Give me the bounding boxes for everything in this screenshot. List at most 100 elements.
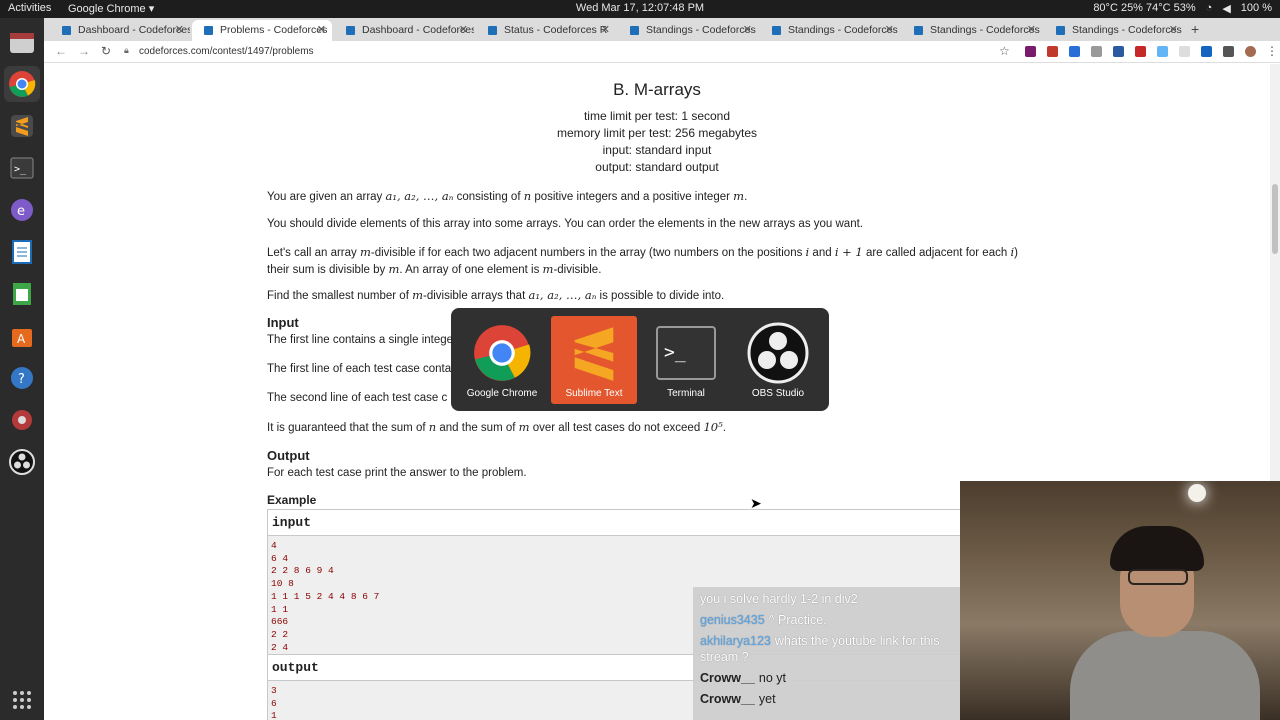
- sample-line: 4: [271, 540, 277, 551]
- tab-standings-3[interactable]: Standings - Codeforces ✕: [902, 20, 1042, 41]
- switcher-item-terminal[interactable]: >_ Terminal: [643, 316, 729, 404]
- codeforces-favicon-icon: [346, 26, 355, 35]
- close-tab-icon[interactable]: ✕: [885, 23, 894, 36]
- chat-text: yet: [758, 692, 776, 706]
- memory-limit: memory limit per test: 256 megabytes: [556, 126, 758, 140]
- chat-message: genius3435 ^ Practice.: [700, 612, 953, 628]
- tab-label: Standings - Codeforces: [788, 24, 898, 36]
- svg-text:>_: >_: [664, 342, 686, 363]
- chat-message: Croww__ no yt: [700, 670, 953, 686]
- tab-label: Dashboard - Codeforces: [78, 24, 190, 36]
- sample-line: 6 4: [271, 552, 289, 564]
- chrome-icon[interactable]: [4, 66, 40, 102]
- chat-message: Croww__ yet: [700, 691, 953, 707]
- lock-icon[interactable]: 🔒︎: [124, 45, 129, 56]
- streamer-hair: [1110, 526, 1204, 571]
- switcher-label: Google Chrome: [466, 388, 538, 399]
- close-tab-icon[interactable]: ✕: [1027, 23, 1036, 36]
- svg-text:>_: >_: [14, 164, 27, 175]
- close-tab-icon[interactable]: ✕: [459, 23, 468, 36]
- chat-text: you i solve hardly 1-2 in div2: [700, 592, 858, 606]
- chat-message: akhilarya123 whats the youtube link for t…: [700, 633, 953, 665]
- extension-icon[interactable]: [1201, 46, 1212, 57]
- close-tab-icon[interactable]: ✕: [743, 23, 752, 36]
- app-switcher: Google Chrome Sublime Text >_ Terminal O…: [451, 308, 829, 411]
- chrome-icon: [471, 322, 533, 384]
- status-area[interactable]: 80°C 25% 74°C 53% ◔ ◀ 100 %: [1093, 2, 1272, 15]
- extension-icon[interactable]: [1135, 46, 1146, 57]
- close-tab-icon[interactable]: ✕: [1169, 23, 1178, 36]
- scrollbar-thumb[interactable]: [1272, 184, 1278, 254]
- codeforces-favicon-icon: [772, 26, 781, 35]
- statement-paragraph-2: You should divide elements of this array…: [267, 218, 863, 230]
- battery-indicator: 100 %: [1240, 2, 1272, 14]
- settings-icon[interactable]: [4, 402, 40, 438]
- activities-button[interactable]: Activities: [8, 2, 51, 14]
- address-bar[interactable]: codeforces.com/contest/1497/problems: [139, 46, 314, 57]
- tab-strip: Dashboard - Codeforces ✕ Problems - Code…: [44, 18, 1280, 41]
- back-icon[interactable]: ←: [55, 44, 67, 58]
- extension-icon[interactable]: [1157, 46, 1168, 57]
- mouse-cursor-icon: ➤: [750, 495, 762, 511]
- example-heading: Example: [267, 493, 317, 507]
- app-grid-icon[interactable]: [4, 682, 40, 718]
- switcher-label: OBS Studio: [751, 388, 805, 399]
- forward-icon[interactable]: →: [78, 44, 90, 58]
- tab-label: Problems - Codeforces: [220, 24, 328, 36]
- extension-icon[interactable]: [1113, 46, 1124, 57]
- switcher-label: Sublime Text: [565, 388, 623, 399]
- tab-dashboard-1[interactable]: Dashboard - Codeforces ✕: [50, 20, 190, 41]
- codeforces-favicon-icon: [488, 26, 497, 35]
- svg-text:?: ?: [18, 372, 25, 387]
- time-limit: time limit per test: 1 second: [583, 109, 731, 123]
- close-tab-icon[interactable]: ✕: [601, 23, 610, 36]
- extension-icon[interactable]: [1047, 46, 1058, 57]
- extension-icon[interactable]: [1091, 46, 1102, 57]
- tab-status[interactable]: Status - Codeforces R ✕: [476, 20, 616, 41]
- switcher-item-sublime[interactable]: Sublime Text: [551, 316, 637, 404]
- profile-avatar[interactable]: [1245, 46, 1256, 57]
- tab-problems[interactable]: Problems - Codeforces ✕: [192, 20, 332, 41]
- emacs-icon[interactable]: e: [4, 192, 40, 228]
- tab-standings-4[interactable]: Standings - Codeforces ✕: [1044, 20, 1184, 41]
- terminal-icon[interactable]: >_: [4, 150, 40, 186]
- help-icon[interactable]: ?: [4, 360, 40, 396]
- input-constraint: It is guaranteed that the sum of n and t…: [267, 420, 726, 434]
- input-heading: Input: [267, 315, 299, 330]
- extensions-puzzle-icon[interactable]: [1223, 46, 1234, 57]
- streamer-glasses: [1128, 569, 1188, 585]
- obs-icon[interactable]: [4, 444, 40, 480]
- extension-icon[interactable]: [1179, 46, 1190, 57]
- calc-icon[interactable]: [4, 276, 40, 312]
- chat-message: you i solve hardly 1-2 in div2: [700, 591, 953, 607]
- tab-dashboard-2[interactable]: Dashboard - Codeforces ✕: [334, 20, 474, 41]
- close-tab-icon[interactable]: ✕: [175, 23, 184, 36]
- output-line-1: For each test case print the answer to t…: [267, 467, 527, 479]
- extension-icon[interactable]: [1069, 46, 1080, 57]
- close-tab-icon[interactable]: ✕: [317, 23, 326, 36]
- obs-icon: [747, 322, 809, 384]
- software-icon[interactable]: A: [4, 318, 40, 354]
- output-heading: Output: [267, 448, 310, 463]
- files-icon[interactable]: [4, 24, 40, 60]
- reload-icon[interactable]: ↻: [101, 44, 111, 58]
- browser-toolbar: ← → ↻ 🔒︎ codeforces.com/contest/1497/pro…: [44, 41, 1280, 63]
- switcher-item-obs[interactable]: OBS Studio: [735, 316, 821, 404]
- app-menu[interactable]: Google Chrome ▾: [68, 2, 154, 15]
- tab-standings-2[interactable]: Standings - Codeforces ✕: [760, 20, 900, 41]
- codeforces-favicon-icon: [1056, 26, 1065, 35]
- writer-icon[interactable]: [4, 234, 40, 270]
- codeforces-favicon-icon: [630, 26, 639, 35]
- menu-kebab-icon[interactable]: ⋮: [1266, 44, 1278, 58]
- tab-standings-1[interactable]: Standings - Codeforces ✕: [618, 20, 758, 41]
- statement-paragraph-4: Find the smallest number of m-divisible …: [267, 288, 725, 302]
- new-tab-icon[interactable]: +: [1191, 21, 1199, 37]
- output-spec: output: standard output: [595, 160, 719, 174]
- bookmark-star-icon[interactable]: ☆: [999, 44, 1010, 58]
- extension-icon[interactable]: [1025, 46, 1036, 57]
- clock[interactable]: Wed Mar 17, 12:07:48 PM: [0, 2, 1280, 14]
- webcam-overlay: [960, 481, 1280, 720]
- sublime-icon[interactable]: [4, 108, 40, 144]
- sample-input-label: input: [268, 510, 966, 536]
- switcher-item-chrome[interactable]: Google Chrome: [459, 316, 545, 404]
